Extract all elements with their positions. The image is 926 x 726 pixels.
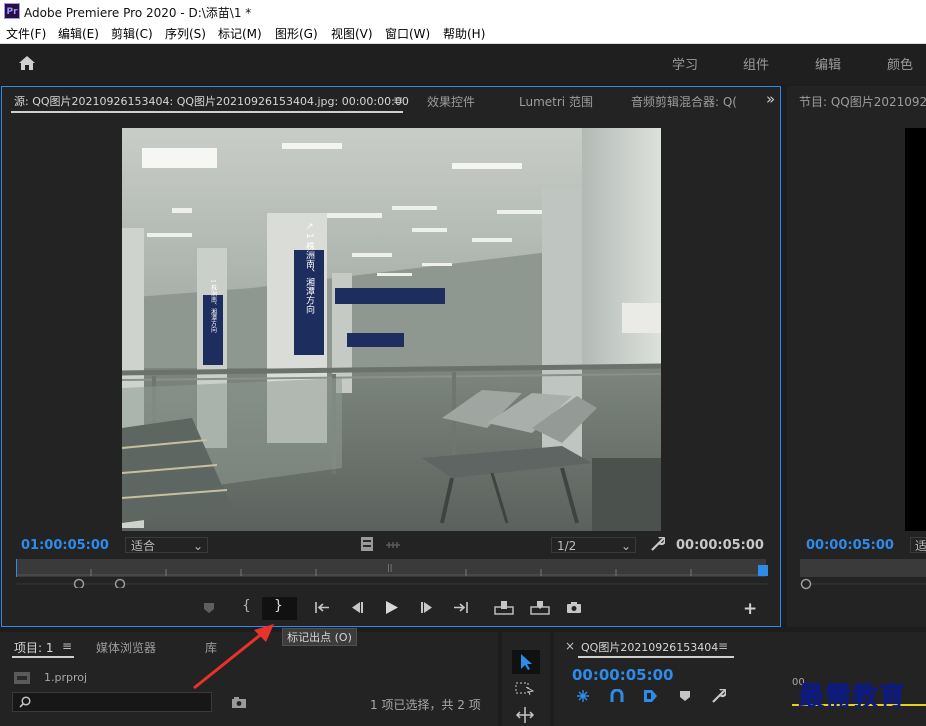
window-title: Adobe Premiere Pro 2020 - D:\添苗\1 *	[24, 6, 252, 20]
step-back-icon[interactable]	[349, 601, 365, 614]
close-icon[interactable]: ×	[565, 639, 575, 653]
track-select-tool-icon[interactable]	[515, 682, 535, 696]
chevron-down-icon: ⌄	[192, 539, 203, 553]
source-zoom-value: 适合	[131, 539, 156, 553]
ripple-edit-tool-icon[interactable]	[515, 706, 535, 724]
annotation-arrow-icon	[193, 624, 274, 690]
menu-edit[interactable]: 编辑(E)	[58, 25, 99, 42]
mark-out-button[interactable]: }	[262, 597, 297, 620]
play-button[interactable]	[384, 600, 400, 615]
selection-tool-button[interactable]	[512, 650, 540, 674]
menu-help[interactable]: 帮助(H)	[443, 25, 485, 42]
home-icon[interactable]	[18, 55, 36, 71]
menu-view[interactable]: 视图(V)	[331, 25, 373, 42]
workspace-tab-learn[interactable]: 学习	[672, 54, 698, 73]
project-search-input[interactable]	[35, 694, 209, 712]
program-zoom-value: 适	[915, 539, 926, 553]
mark-in-button[interactable]: {	[242, 598, 251, 614]
source-resolution-select[interactable]: 1/2 ⌄	[551, 537, 636, 553]
project-file-icon	[14, 672, 30, 684]
menu-file[interactable]: 文件(F)	[6, 25, 46, 42]
go-to-in-icon[interactable]	[315, 601, 331, 614]
overwrite-icon[interactable]	[530, 600, 550, 615]
sequence-tab-underline	[578, 656, 734, 658]
workspace-tab-assembly[interactable]: 组件	[743, 54, 769, 73]
zoom-scroll-bar[interactable]	[16, 578, 768, 588]
wrench-icon[interactable]	[650, 537, 665, 552]
button-editor-add-icon[interactable]: +	[743, 599, 757, 619]
source-panel-menu-icon[interactable]: ≡	[393, 93, 403, 107]
program-zoom-bar[interactable]	[800, 578, 926, 590]
menu-markers[interactable]: 标记(M)	[218, 25, 262, 42]
resolution-value: 1/2	[557, 539, 577, 553]
drag-video-icon[interactable]	[385, 540, 401, 550]
menu-bar: 文件(F) 编辑(E) 剪辑(C) 序列(S) 标记(M) 图形(G) 视图(V…	[0, 22, 926, 44]
source-zoom-select[interactable]: 适合 ⌄	[125, 537, 208, 553]
new-bin-from-search-icon[interactable]	[232, 697, 246, 708]
project-file-name: 1.prproj	[44, 671, 88, 684]
tab-source[interactable]: 源: QQ图片20210926153404: QQ图片2021092615340…	[14, 93, 409, 109]
timeline-panel-menu-icon[interactable]: ≡	[718, 639, 728, 653]
snap-icon[interactable]	[576, 689, 590, 703]
timeline-settings-wrench-icon[interactable]	[711, 689, 726, 704]
menu-graphics[interactable]: 图形(G)	[275, 25, 318, 42]
go-to-out-icon[interactable]	[452, 601, 468, 614]
tab-media-browser[interactable]: 媒体浏览器	[96, 639, 156, 656]
project-panel-menu-icon[interactable]: ≡	[62, 639, 72, 653]
project-search-field[interactable]	[12, 692, 212, 712]
mark-out-icon: }	[274, 598, 283, 614]
workspace-tab-color[interactable]: 颜色	[887, 54, 913, 73]
menu-clip[interactable]: 剪辑(C)	[111, 25, 153, 42]
program-video-frame	[905, 128, 926, 531]
sign-b-text: 1 株洲南、湘潭方向	[210, 279, 217, 333]
tab-project[interactable]: 项目: 1	[14, 639, 54, 656]
tab-lumetri-scopes[interactable]: Lumetri 范围	[519, 93, 593, 110]
selection-status: 1 项已选择，共 2 项	[370, 698, 481, 712]
source-duration: 00:00:05:00	[676, 538, 764, 553]
menu-window[interactable]: 窗口(W)	[385, 25, 430, 42]
marker-icon[interactable]	[679, 690, 691, 702]
watermark-logo: 最需教育	[798, 682, 907, 712]
linked-selection-icon[interactable]	[610, 689, 624, 703]
out-point-marker[interactable]	[758, 565, 768, 576]
tab-audio-clip-mixer[interactable]: 音频剪辑混合器: Q(	[631, 93, 743, 110]
add-marker-icon[interactable]	[203, 602, 215, 614]
search-icon	[19, 696, 31, 708]
arrow-cursor-icon	[521, 654, 532, 670]
tab-program[interactable]: 节目: QQ图片20210926153404	[799, 93, 926, 110]
premiere-app-icon: Pr	[4, 3, 20, 19]
sign-a-text: ↖ 1 株洲南、湘潭方向	[304, 223, 315, 314]
export-frame-camera-icon[interactable]	[566, 601, 582, 614]
menu-sequence[interactable]: 序列(S)	[165, 25, 206, 42]
step-forward-icon[interactable]	[419, 601, 435, 614]
active-tab-underline	[11, 111, 403, 113]
tab-effect-controls[interactable]: 效果控件	[427, 93, 475, 110]
add-marker-timeline-icon[interactable]	[643, 689, 659, 703]
workspace-tab-editing[interactable]: 编辑	[815, 54, 841, 73]
film-settings-icon[interactable]	[361, 537, 373, 551]
program-time-ruler[interactable]	[800, 559, 926, 577]
svg-text:||: ||	[387, 563, 392, 572]
source-playhead-timecode[interactable]: 01:00:05:00	[21, 538, 109, 553]
project-tab-underline	[12, 656, 74, 658]
tab-sequence[interactable]: QQ图片20210926153404	[581, 639, 718, 655]
workspace-bar	[0, 44, 926, 84]
program-playhead-timecode[interactable]: 00:00:05:00	[806, 538, 894, 553]
sequence-timecode[interactable]: 00:00:05:00	[572, 666, 674, 684]
source-video-frame: ↖ 1 株洲南、湘潭方向 1 株洲南、湘潭方向	[122, 128, 661, 531]
ruler-ticks: ||	[16, 559, 768, 577]
mark-out-tooltip: 标记出点 (O)	[282, 628, 357, 646]
panel-overflow-icon[interactable]: »	[766, 90, 775, 108]
program-zoom-select[interactable]: 适	[910, 537, 926, 553]
chevron-down-icon: ⌄	[620, 539, 631, 553]
insert-icon[interactable]	[494, 600, 514, 615]
